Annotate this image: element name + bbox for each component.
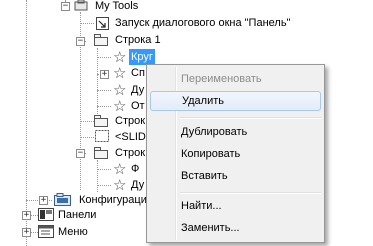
command-star-icon: ☆ bbox=[113, 176, 127, 194]
tree-item-child[interactable]: Ду bbox=[129, 82, 146, 98]
tree-item-label: Строка 1 bbox=[115, 34, 161, 46]
tree-connector bbox=[97, 185, 111, 186]
tree-connector bbox=[97, 90, 111, 91]
tree-item-child[interactable]: Ф bbox=[129, 161, 141, 177]
command-star-icon: ☆ bbox=[113, 160, 127, 178]
tree-connector bbox=[80, 137, 94, 138]
menu-item-delete[interactable]: Удалить bbox=[150, 91, 321, 111]
expand-toggle[interactable]: + bbox=[22, 211, 31, 220]
collapse-toggle[interactable]: − bbox=[76, 37, 85, 46]
tree-connector bbox=[97, 48, 98, 120]
menu-item-replace[interactable]: Заменить... bbox=[150, 218, 321, 238]
menu-separator bbox=[180, 192, 321, 194]
tree-connector bbox=[97, 160, 98, 192]
menu-item-copy[interactable]: Копировать bbox=[150, 144, 321, 164]
slideout-icon bbox=[95, 130, 109, 142]
tree-item-child[interactable]: Сп bbox=[129, 65, 147, 81]
menu-separator bbox=[180, 117, 321, 119]
collapse-toggle[interactable]: − bbox=[76, 149, 85, 158]
tree-item-label: От bbox=[131, 100, 145, 112]
command-star-icon: ☆ bbox=[113, 48, 127, 66]
tree-item-label: Круг bbox=[129, 49, 155, 65]
row-panel-icon bbox=[94, 115, 108, 127]
row-panel-icon bbox=[94, 34, 108, 46]
menu-item-rename[interactable]: Переименовать bbox=[150, 69, 321, 89]
tree-item-configurations[interactable]: Конфигурация bbox=[77, 192, 155, 208]
tree-connector bbox=[97, 169, 111, 170]
command-star-icon: ☆ bbox=[113, 81, 127, 99]
tree-item-child[interactable]: От bbox=[129, 98, 147, 114]
tree-item-row2[interactable]: Строк bbox=[113, 113, 147, 129]
command-star-icon: ☆ bbox=[113, 64, 127, 82]
menu-icon bbox=[38, 225, 54, 238]
tree-item-my-tools[interactable]: My Tools bbox=[93, 0, 140, 14]
tree-item-label: Ф bbox=[131, 163, 140, 175]
tree-item-label: Конфигурация bbox=[79, 194, 153, 206]
tree-connector bbox=[97, 106, 111, 107]
tree-connector bbox=[80, 23, 94, 24]
tree-item-label: Меню bbox=[58, 226, 88, 238]
tree-connector bbox=[80, 121, 94, 122]
tree-item-label: Строк bbox=[115, 147, 146, 159]
menu-item-paste[interactable]: Вставить bbox=[150, 166, 321, 186]
tree-item-child[interactable]: Ду bbox=[129, 177, 146, 193]
tree-item-label: Панели bbox=[58, 209, 97, 221]
tree-item-label: Ду bbox=[131, 179, 145, 191]
tree-item-label: Ду bbox=[131, 84, 145, 96]
tree-item-label: <SLID bbox=[115, 131, 146, 143]
tree-item-row3[interactable]: Строк bbox=[113, 145, 147, 161]
tree-item-panels[interactable]: Панели bbox=[56, 207, 98, 223]
tree-item-label: Строк bbox=[115, 115, 146, 127]
row-panel-icon bbox=[94, 147, 108, 159]
tree-item-label: Сп bbox=[131, 67, 145, 79]
menu-item-duplicate[interactable]: Дублировать bbox=[150, 122, 321, 142]
menu-item-find[interactable]: Найти... bbox=[150, 196, 321, 216]
context-menu: Переименовать Удалить Дублировать Копиро… bbox=[146, 64, 325, 243]
command-star-icon: ☆ bbox=[113, 97, 127, 115]
tree-item-slideout[interactable]: <SLID bbox=[113, 129, 148, 145]
panels-icon bbox=[38, 208, 54, 221]
tree-item-launch-panel[interactable]: Запуск диалогового окна "Панель" bbox=[113, 15, 292, 31]
tree-item-krug[interactable]: Круг bbox=[129, 49, 155, 65]
tree-item-label: Запуск диалогового окна "Панель" bbox=[115, 17, 291, 29]
collapse-toggle[interactable]: − bbox=[61, 2, 70, 11]
tree-connector bbox=[97, 57, 111, 58]
expand-toggle[interactable]: + bbox=[39, 196, 48, 205]
dialog-launcher-icon bbox=[96, 17, 109, 30]
tree-item-label: My Tools bbox=[95, 0, 139, 12]
expand-toggle[interactable]: + bbox=[100, 70, 109, 79]
toolbox-icon bbox=[74, 0, 88, 11]
tree-item-row1[interactable]: Строка 1 bbox=[113, 32, 163, 48]
tree-item-menu[interactable]: Меню bbox=[56, 224, 90, 240]
expand-toggle[interactable]: + bbox=[22, 228, 31, 237]
configuration-icon bbox=[54, 193, 71, 206]
